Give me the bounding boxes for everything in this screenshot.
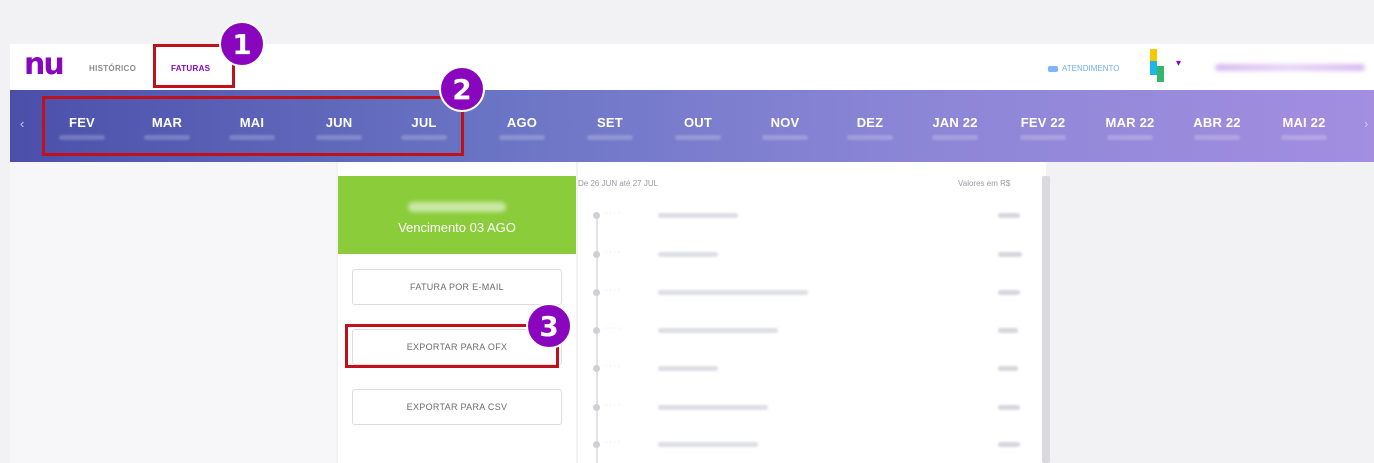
month-label: MAI 22 [1282, 115, 1326, 130]
month-label: OUT [683, 115, 713, 130]
month-amount-redacted [587, 135, 633, 140]
transaction-row[interactable]: · · · · [578, 207, 1038, 227]
transaction-desc-redacted [658, 328, 778, 333]
transaction-desc-redacted [658, 366, 718, 371]
month-label: JAN 22 [932, 115, 978, 130]
month-tab[interactable]: MAI 22 [1264, 115, 1344, 140]
month-label: AGO [506, 115, 538, 130]
month-tab[interactable]: FEV 22 [1003, 115, 1083, 140]
brand-color-bar-1 [1150, 49, 1157, 61]
month-amount-redacted [932, 135, 978, 140]
account-dropdown-icon[interactable]: ▾ [1176, 58, 1181, 69]
month-tab[interactable]: ABR 22 [1177, 115, 1257, 140]
transaction-list: De 26 JUN até 27 JUL Valores em R$ · · ·… [578, 162, 1046, 463]
transaction-desc-redacted [658, 252, 718, 257]
transaction-row[interactable]: · · · · [578, 436, 1038, 456]
bill-summary-box: Vencimento 03 AGO [338, 176, 576, 254]
nubank-logo[interactable]: nu [24, 50, 65, 80]
currency-note: Valores em R$ [958, 179, 1011, 188]
transaction-amount-redacted [998, 213, 1020, 218]
month-amount-redacted [1107, 135, 1153, 140]
month-amount-redacted [1020, 135, 1066, 140]
transaction-row[interactable]: · · · · [578, 284, 1038, 304]
timeline-dot [593, 251, 600, 258]
timeline-dot [593, 404, 600, 411]
month-label: NOV [770, 115, 800, 130]
transaction-desc-redacted [658, 213, 738, 218]
month-amount-redacted [499, 135, 545, 140]
transaction-desc-redacted [658, 290, 808, 295]
timeline-dot [593, 289, 600, 296]
transaction-desc-redacted [658, 442, 758, 447]
month-tab[interactable]: MAR 22 [1090, 115, 1170, 140]
transaction-amount-redacted [998, 405, 1020, 410]
month-tab[interactable]: JAN 22 [915, 115, 995, 140]
support-link[interactable]: ATENDIMENTO [1048, 64, 1119, 73]
transaction-amount-redacted [998, 290, 1020, 295]
transaction-row[interactable]: · · · · [578, 322, 1038, 342]
list-scrollbar[interactable] [1042, 176, 1050, 463]
transaction-date-redacted: · · · · [605, 287, 621, 294]
app-window: nu HISTÓRICO FATURAS ATENDIMENTO ▾ ‹ FEV… [0, 0, 1374, 463]
month-amount-redacted [1194, 135, 1240, 140]
month-amount-redacted [675, 135, 721, 140]
timeline-dot [593, 365, 600, 372]
brand-color-bar-2 [1150, 61, 1157, 75]
month-amount-redacted [762, 135, 808, 140]
left-empty-panel [10, 162, 336, 463]
transaction-date-redacted: · · · · [605, 249, 621, 256]
right-empty-area [1050, 162, 1374, 463]
month-tab[interactable]: SET [570, 115, 650, 140]
month-label: SET [597, 115, 623, 130]
transaction-row[interactable]: · · · · [578, 246, 1038, 266]
transaction-date-redacted: · · · · [605, 439, 621, 446]
export-csv-button[interactable]: EXPORTAR PARA CSV [352, 389, 562, 425]
transaction-date-redacted: · · · · [605, 363, 621, 370]
month-amount-redacted [847, 135, 893, 140]
bill-amount-redacted [408, 202, 506, 212]
month-tab[interactable]: OUT [658, 115, 738, 140]
nav-historico-link[interactable]: HISTÓRICO [89, 64, 136, 73]
month-label: DEZ [856, 115, 884, 130]
transaction-row[interactable]: · · · · [578, 360, 1038, 380]
step-badge-1: 1 [219, 21, 265, 67]
email-bill-button[interactable]: FATURA POR E-MAIL [352, 269, 562, 305]
user-name-redacted [1215, 64, 1365, 71]
chevron-left-icon[interactable]: ‹ [20, 116, 24, 131]
month-label: MAR 22 [1105, 115, 1155, 130]
chat-icon [1048, 65, 1058, 72]
transaction-amount-redacted [998, 328, 1018, 333]
brand-color-bar-3 [1157, 66, 1164, 82]
month-label: FEV 22 [1020, 115, 1066, 130]
step-badge-3: 3 [526, 303, 572, 349]
timeline-dot [593, 212, 600, 219]
highlight-months [42, 96, 464, 156]
transaction-amount-redacted [998, 442, 1020, 447]
period-label: De 26 JUN até 27 JUL [578, 179, 659, 188]
due-date-text: Vencimento 03 AGO [398, 220, 516, 235]
support-label: ATENDIMENTO [1062, 64, 1120, 73]
month-tab[interactable]: NOV [745, 115, 825, 140]
transaction-amount-redacted [998, 252, 1022, 257]
transaction-date-redacted: · · · · [605, 210, 621, 217]
step-badge-2: 2 [439, 66, 485, 112]
chevron-right-icon[interactable]: › [1364, 116, 1368, 131]
transaction-amount-redacted [998, 366, 1018, 371]
timeline-dot [593, 327, 600, 334]
month-tab[interactable]: DEZ [830, 115, 910, 140]
timeline-dot [593, 441, 600, 448]
month-amount-redacted [1281, 135, 1327, 140]
month-tab[interactable]: AGO [482, 115, 562, 140]
month-label: ABR 22 [1193, 115, 1241, 130]
transaction-date-redacted: · · · · [605, 402, 621, 409]
transaction-row[interactable]: · · · · [578, 399, 1038, 419]
transaction-desc-redacted [658, 405, 768, 410]
transaction-date-redacted: · · · · [605, 325, 621, 332]
